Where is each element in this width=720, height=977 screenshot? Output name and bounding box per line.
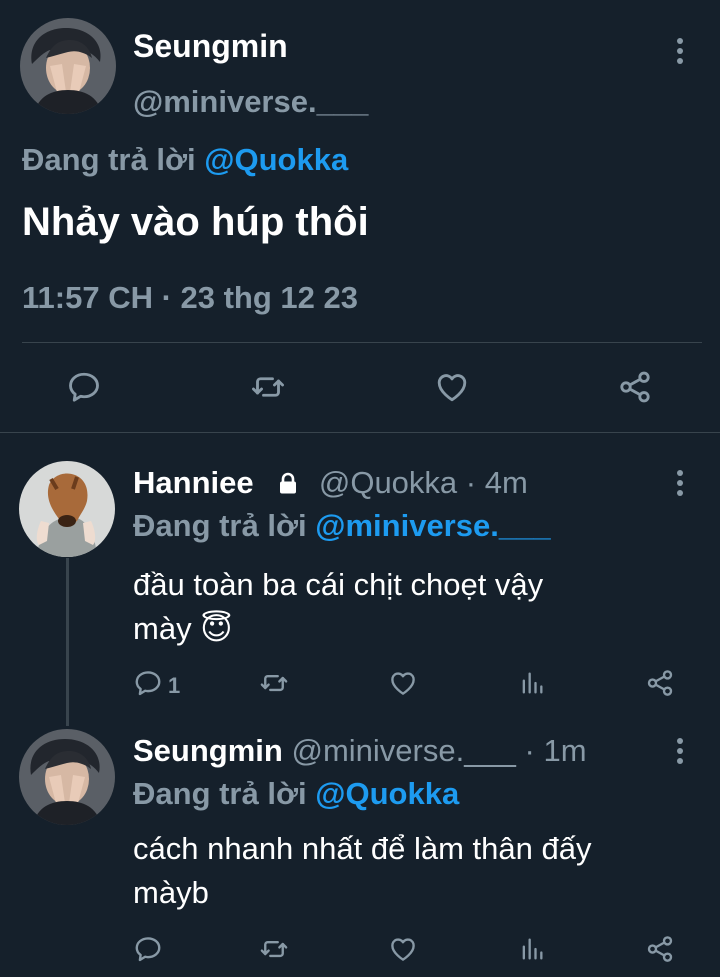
tweet-text: đầu toàn ba cái chịt choẹt vậy mày 😇 bbox=[133, 563, 543, 651]
reply-icon[interactable] bbox=[66, 369, 102, 405]
retweet-icon[interactable] bbox=[258, 668, 290, 698]
replying-prefix: Đang trả lời bbox=[133, 776, 307, 811]
relative-time[interactable]: 4m bbox=[485, 465, 528, 500]
tweet-timestamp[interactable]: 11:57 CH · 23 thg 12 23 bbox=[22, 280, 358, 316]
retweet-icon[interactable] bbox=[248, 369, 288, 405]
divider bbox=[0, 432, 720, 433]
more-options-icon[interactable] bbox=[676, 38, 684, 68]
separator-dot: · bbox=[465, 465, 477, 500]
smiling-halo-emoji: 😇 bbox=[200, 611, 233, 646]
tweet-text-line: mày 😇 bbox=[133, 607, 543, 651]
replying-to-line: Đang trả lời @Quokka bbox=[22, 142, 348, 178]
tweet-text: Nhảy vào húp thôi bbox=[22, 200, 369, 244]
mention-link[interactable]: @Quokka bbox=[204, 142, 348, 177]
tweet-text: cách nhanh nhất để làm thân đấy màyb bbox=[133, 827, 591, 915]
reply-header: Hanniee @Quokka · 4m bbox=[133, 465, 528, 501]
share-icon[interactable] bbox=[645, 668, 675, 698]
analytics-icon[interactable] bbox=[518, 934, 546, 964]
display-name[interactable]: Seungmin bbox=[133, 733, 283, 768]
reply-header: Seungmin @miniverse.___ · 1m bbox=[133, 733, 587, 769]
user-handle[interactable]: @miniverse.___ bbox=[133, 84, 368, 120]
lock-icon bbox=[276, 471, 304, 495]
replying-prefix: Đang trả lời bbox=[133, 508, 307, 543]
retweet-icon[interactable] bbox=[258, 934, 290, 964]
avatar[interactable] bbox=[20, 18, 116, 114]
like-icon[interactable] bbox=[388, 668, 418, 698]
tweet-text-line: đầu toàn ba cái chịt choẹt vậy bbox=[133, 567, 544, 602]
replying-to-line: Đang trả lời @Quokka bbox=[133, 776, 459, 812]
avatar[interactable] bbox=[19, 729, 115, 825]
thread-connector-line bbox=[66, 558, 69, 726]
divider bbox=[22, 342, 702, 343]
more-options-icon[interactable] bbox=[676, 470, 684, 500]
like-icon[interactable] bbox=[388, 934, 418, 964]
analytics-icon[interactable] bbox=[518, 668, 546, 698]
display-name[interactable]: Seungmin bbox=[133, 28, 288, 65]
share-icon[interactable] bbox=[645, 934, 675, 964]
more-options-icon[interactable] bbox=[676, 738, 684, 768]
reply-count: 1 bbox=[168, 673, 181, 698]
avatar[interactable] bbox=[19, 461, 115, 557]
reply-icon[interactable] bbox=[133, 668, 163, 698]
share-icon[interactable] bbox=[617, 369, 653, 405]
tweet-text-line: cách nhanh nhất để làm thân đấy bbox=[133, 831, 592, 866]
replying-to-line: Đang trả lời @miniverse.___ bbox=[133, 508, 551, 544]
tweet-text-word: mày bbox=[133, 611, 192, 646]
user-handle[interactable]: @miniverse.___ bbox=[291, 733, 515, 768]
display-name[interactable]: Hanniee bbox=[133, 465, 254, 500]
user-handle[interactable]: @Quokka bbox=[319, 465, 457, 500]
separator-dot: · bbox=[524, 733, 535, 768]
replying-prefix: Đang trả lời bbox=[22, 142, 196, 177]
mention-link[interactable]: @miniverse.___ bbox=[315, 508, 550, 543]
tweet-text-line: màyb bbox=[133, 875, 209, 910]
reply-icon[interactable] bbox=[133, 934, 163, 964]
like-icon[interactable] bbox=[434, 369, 470, 405]
mention-link[interactable]: @Quokka bbox=[315, 776, 459, 811]
relative-time[interactable]: 1m bbox=[544, 733, 587, 768]
